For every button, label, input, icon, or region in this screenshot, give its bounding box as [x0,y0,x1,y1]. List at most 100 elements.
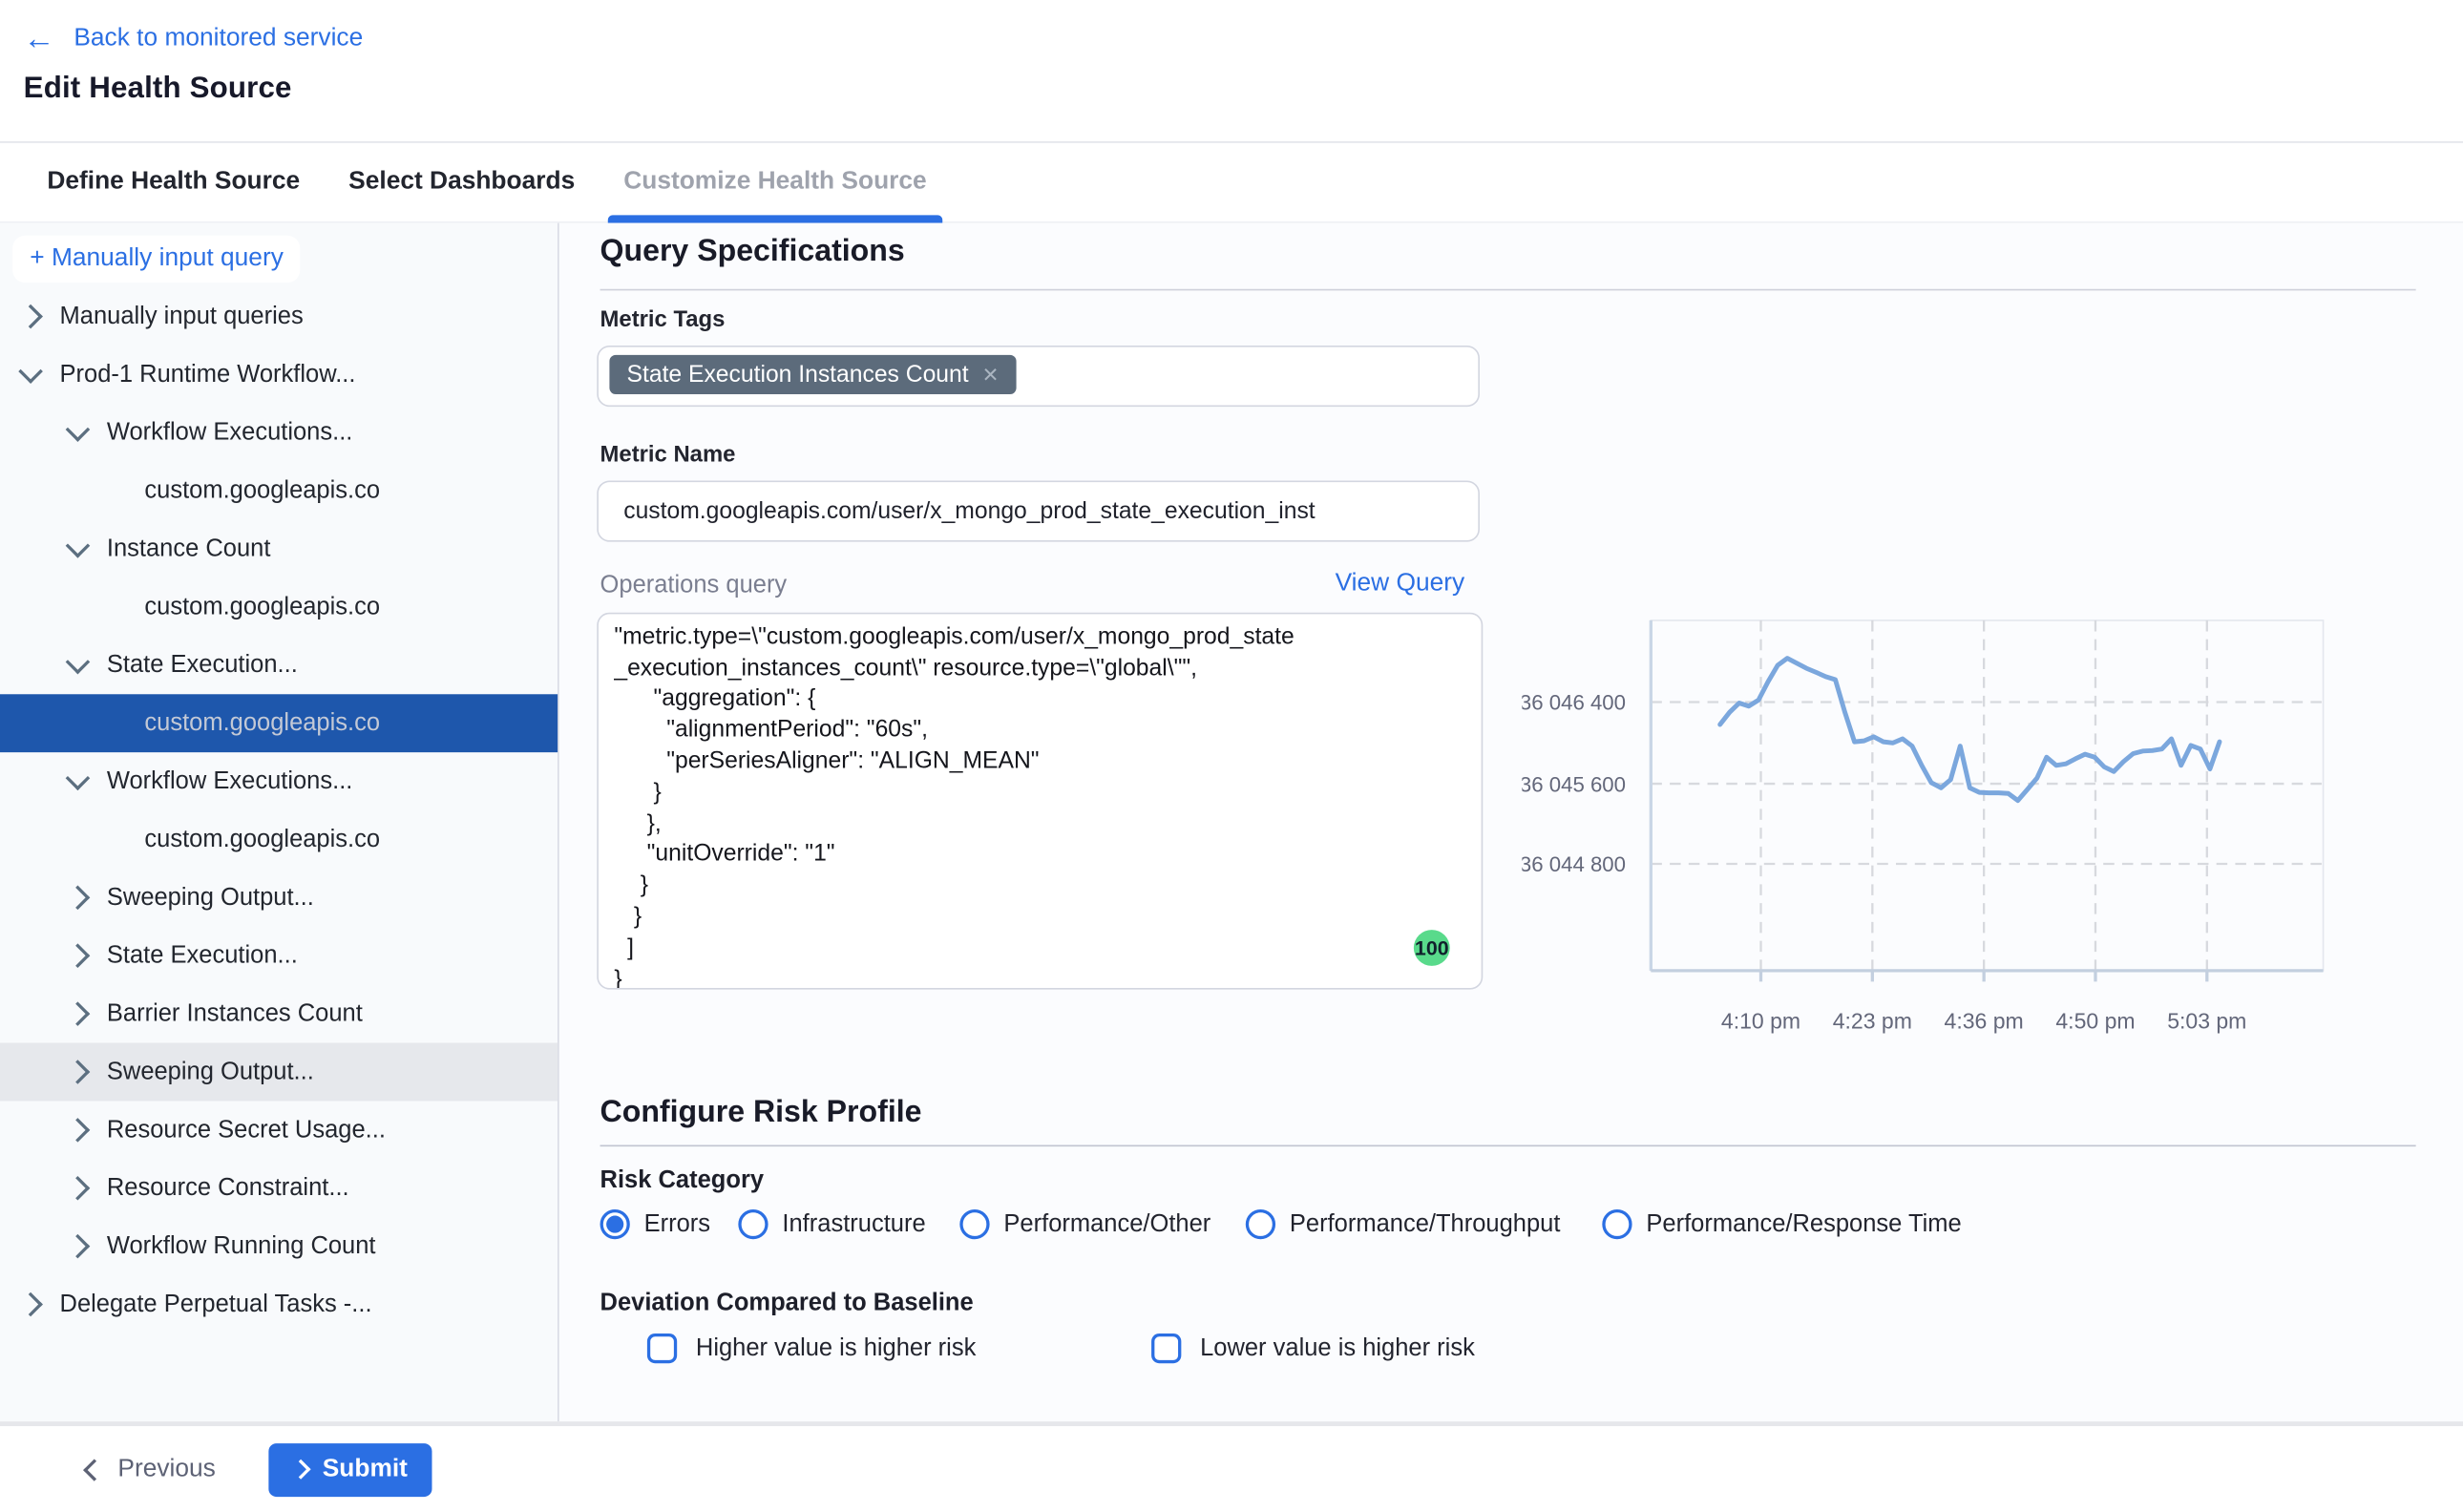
submit-button-label: Submit [323,1455,408,1483]
configure-risk-profile-heading: Configure Risk Profile [600,1095,922,1131]
tree-item[interactable]: Sweeping Output... [0,869,558,927]
operations-query-label: Operations query [600,572,788,600]
deviation-checkbox-lower[interactable]: Lower value is higher risk [1151,1334,1475,1363]
risk-radio-performance-response-time[interactable]: Performance/Response Time [1602,1209,1961,1239]
deviation-checkbox-higher[interactable]: Higher value is higher risk [647,1334,976,1363]
tree-item-label: State Execution... [107,941,298,970]
back-arrow-icon: ← [24,24,55,55]
checkbox-icon[interactable] [647,1334,677,1363]
chevron-right-icon[interactable] [66,1234,91,1259]
tree-item-label: custom.googleapis.co [144,476,380,505]
radio-icon[interactable] [738,1209,768,1239]
tree-item[interactable]: Barrier Instances Count [0,985,558,1043]
query-tree-sidebar: + Manually input query Manually input qu… [0,223,559,1421]
tree-item[interactable]: Workflow Executions... [0,404,558,462]
radio-icon[interactable] [1602,1209,1631,1239]
chevron-right-icon[interactable] [66,1060,91,1084]
tree-item-label: Sweeping Output... [107,1058,314,1086]
main-panel: Query Specifications Metric Tags State E… [559,223,2463,1421]
page-title: Edit Health Source [24,73,2463,107]
tree-item-label: Workflow Executions... [107,419,353,448]
radio-label: Errors [644,1210,710,1239]
tree-item[interactable]: Resource Constraint... [0,1159,558,1217]
previous-button[interactable]: Previous [86,1455,215,1483]
radio-icon[interactable] [959,1209,989,1239]
radio-label: Infrastructure [782,1210,925,1239]
tree-item[interactable]: State Execution... [0,636,558,694]
risk-radio-infrastructure[interactable]: Infrastructure [738,1209,925,1239]
chevron-down-icon[interactable] [66,534,91,558]
view-query-link[interactable]: View Query [1336,570,1465,598]
metric-preview-chart: 36 046 40036 045 60036 044 8004:10 pm4:2… [1522,616,2339,1071]
risk-radio-performance-throughput[interactable]: Performance/Throughput [1246,1209,1561,1239]
tree-item-label: Workflow Running Count [107,1232,376,1261]
tree-item[interactable]: custom.googleapis.co [0,694,558,752]
radio-icon[interactable] [1246,1209,1275,1239]
metric-tag-chip: State Execution Instances Count × [609,355,1015,394]
page-header: ← Back to monitored service Edit Health … [0,0,2463,141]
previous-button-label: Previous [117,1455,215,1483]
radio-label: Performance/Other [1003,1210,1210,1239]
tree-item[interactable]: Workflow Executions... [0,752,558,810]
tab-define-health-source[interactable]: Define Health Source [44,143,303,221]
risk-radio-errors[interactable]: Errors [600,1209,711,1239]
chevron-right-icon[interactable] [66,1176,91,1201]
tab-customize-health-source[interactable]: Customize Health Source [621,143,930,221]
back-to-monitored-service-link[interactable]: ← Back to monitored service [24,20,2463,57]
metric-name-input[interactable] [599,482,1478,540]
risk-radio-performance-other[interactable]: Performance/Other [959,1209,1210,1239]
tree-item-label: Instance Count [107,535,271,563]
svg-text:4:36 pm: 4:36 pm [1945,1009,2024,1034]
metric-name-field-box [597,480,1480,541]
operations-query-text: "filter": "metric.type=\"custom.googleap… [614,613,1481,990]
chevron-right-icon[interactable] [66,1001,91,1026]
tree-item[interactable]: Sweeping Output... [0,1043,558,1102]
tree-item-label: custom.googleapis.co [144,593,380,621]
chevron-down-icon[interactable] [66,766,91,791]
query-tree: Manually input queriesProd-1 Runtime Wor… [0,287,558,1334]
submit-button[interactable]: Submit [269,1442,432,1496]
tab-select-dashboards[interactable]: Select Dashboards [346,143,579,221]
back-link-label: Back to monitored service [74,25,363,53]
chevron-right-icon[interactable] [66,943,91,968]
wizard-footer: Previous Submit [0,1421,2463,1512]
metric-tag-chip-label: State Execution Instances Count [627,361,969,388]
chevron-down-icon[interactable] [66,417,91,442]
chevron-down-icon[interactable] [66,650,91,675]
tree-item[interactable]: Workflow Running Count [0,1217,558,1275]
checkbox-label: Higher value is higher risk [696,1334,976,1363]
checkbox-icon[interactable] [1151,1334,1181,1363]
tree-item[interactable]: custom.googleapis.co [0,810,558,869]
radio-icon[interactable] [600,1209,630,1239]
tree-item[interactable]: Manually input queries [0,287,558,346]
chevron-right-icon [291,1460,311,1480]
tree-item-label: Barrier Instances Count [107,999,363,1028]
remove-tag-icon[interactable]: × [982,363,998,387]
metric-tags-label: Metric Tags [600,307,726,332]
tree-item[interactable]: Resource Secret Usage... [0,1101,558,1159]
metric-name-label: Metric Name [600,443,736,468]
tree-item-label: Sweeping Output... [107,884,314,913]
chevron-right-icon[interactable] [18,1292,43,1317]
chevron-right-icon[interactable] [66,1118,91,1143]
tree-item-label: Resource Constraint... [107,1174,349,1203]
tree-item-label: custom.googleapis.co [144,826,380,854]
add-manual-query-button[interactable]: + Manually input query [12,236,301,283]
tree-item[interactable]: Instance Count [0,520,558,578]
operations-query-textarea[interactable]: "filter": "metric.type=\"custom.googleap… [597,613,1483,990]
tree-item[interactable]: Delegate Perpetual Tasks -... [0,1275,558,1334]
metric-tags-input[interactable]: State Execution Instances Count × [597,346,1480,407]
chevron-right-icon[interactable] [66,886,91,911]
tree-item[interactable]: State Execution... [0,927,558,985]
wizard-tabs: Define Health Source Select Dashboards Cus… [0,141,2463,223]
svg-text:4:50 pm: 4:50 pm [2055,1009,2135,1034]
tree-item[interactable]: custom.googleapis.co [0,462,558,520]
tree-item[interactable]: Prod-1 Runtime Workflow... [0,346,558,404]
query-specifications-heading: Query Specifications [600,234,905,270]
tree-item-label: Resource Secret Usage... [107,1116,386,1144]
svg-text:4:23 pm: 4:23 pm [1833,1009,1912,1034]
tree-item[interactable]: custom.googleapis.co [0,578,558,637]
chevron-down-icon[interactable] [18,359,43,384]
svg-text:36 044 800: 36 044 800 [1522,852,1626,876]
chevron-right-icon[interactable] [18,304,43,329]
